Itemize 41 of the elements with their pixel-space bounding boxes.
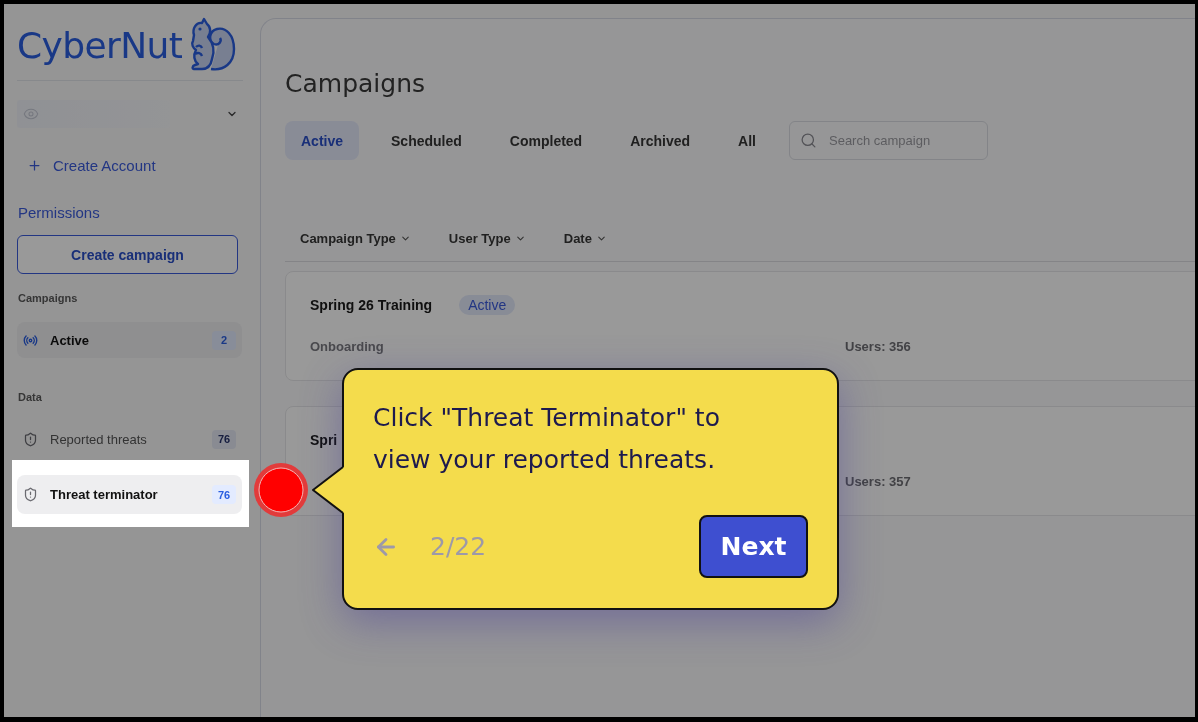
step-counter: 2/22	[430, 532, 487, 561]
user-count: Users: 356	[845, 338, 912, 354]
filter-dropdown[interactable]: User Type	[433, 226, 541, 250]
shield-alert-icon	[23, 431, 38, 447]
count-badge: 76	[212, 429, 236, 449]
nav-item-label: Reported threats	[50, 431, 148, 447]
count-badge: 2	[212, 330, 236, 350]
sidebar-link[interactable]: Create Account	[17, 155, 156, 175]
campaign-name: Spring 26 Training	[310, 297, 433, 313]
section-label: Data	[17, 390, 42, 404]
filter-dropdown[interactable]: Campaign Type	[285, 226, 426, 250]
page-title: Campaigns	[285, 69, 426, 99]
campaign-name: Spri	[310, 432, 338, 448]
campaign-card[interactable]: Spring 26 Training Active Onboarding Users: 356	[285, 271, 1195, 381]
section-label: Campaigns	[17, 291, 78, 305]
search-field[interactable]: Search campaign	[789, 121, 988, 160]
dot-marker-icon	[253, 462, 309, 518]
next-button[interactable]: Next	[699, 515, 808, 578]
nav-item-label: Threat terminator	[50, 487, 159, 502]
sidebar-nav-item[interactable]: Reported threats 76	[17, 421, 242, 457]
eye-icon	[23, 106, 39, 122]
filter-tab[interactable]: Active	[285, 121, 360, 160]
tour-message: Click "Threat Terminator" to view your reported threats.	[373, 402, 721, 476]
campaign-type: Onboarding	[310, 338, 385, 354]
count-badge: 76	[212, 485, 236, 504]
filter-dropdown[interactable]: Date	[548, 226, 622, 250]
filter-tab[interactable]: Completed	[493, 121, 599, 160]
status-badge: Active	[459, 295, 516, 315]
nav-item-label: Active	[50, 332, 91, 348]
filter-tab[interactable]: All	[722, 121, 772, 160]
sidebar-nav-item[interactable]: Threat terminator 76	[17, 475, 242, 514]
create-campaign-button[interactable]: Create campaign	[17, 235, 238, 274]
search-icon	[800, 132, 817, 149]
filter-tab[interactable]: Scheduled	[375, 121, 478, 160]
plus-icon	[27, 157, 42, 173]
logo-wordmark: CyberNut	[17, 28, 183, 64]
sidebar-nav-item[interactable]: Active 2	[17, 322, 242, 358]
shield-alert-icon	[23, 487, 38, 502]
user-count: Users: 357	[845, 473, 912, 489]
filter-tab[interactable]: Archived	[614, 121, 707, 160]
sidebar-link[interactable]: Permissions	[17, 202, 100, 222]
